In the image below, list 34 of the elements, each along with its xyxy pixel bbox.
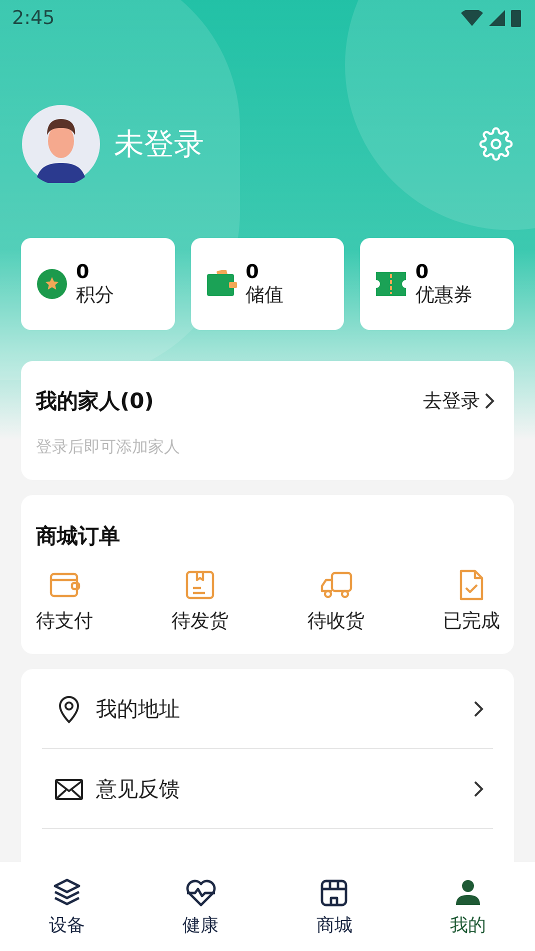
order-status-button[interactable]: 已完成: [442, 568, 500, 634]
family-hint: 登录后即可添加家人: [35, 436, 181, 458]
chevron-right-icon: [473, 700, 485, 718]
menu-row[interactable]: 我的地址: [42, 669, 493, 749]
stat-label: 储值: [246, 283, 284, 307]
wifi-icon: [461, 10, 483, 26]
tab-item[interactable]: 商城: [268, 862, 402, 951]
status-time: 2:45: [12, 7, 55, 29]
stat-label: 优惠券: [415, 283, 472, 307]
stat-value: 0: [76, 261, 90, 283]
stat-value: 0: [415, 261, 430, 283]
tab-item[interactable]: 健康: [134, 862, 268, 951]
login-link[interactable]: 去登录: [423, 388, 496, 414]
tab-item[interactable]: 设备: [0, 862, 134, 951]
stat-label: 积分: [76, 283, 114, 307]
order-status-button[interactable]: 待发货: [172, 568, 229, 634]
wallet-icon: [206, 270, 237, 298]
battery-icon: [511, 9, 521, 27]
order-status-button[interactable]: 待支付: [36, 568, 93, 634]
ticket-icon: [376, 272, 406, 296]
stat-value: 0: [246, 261, 260, 283]
stat-card[interactable]: 0 储值: [190, 238, 344, 330]
family-title: 我的家人(0): [36, 388, 154, 415]
stat-card[interactable]: 0 优惠券: [360, 238, 514, 330]
order-status-button[interactable]: 待收货: [307, 568, 364, 634]
chevron-right-icon: [484, 392, 496, 410]
orders-title: 商城订单: [36, 524, 120, 548]
chevron-right-icon: [473, 780, 485, 798]
signal-icon: [489, 10, 505, 26]
avatar-icon[interactable]: [22, 105, 100, 183]
tab-item[interactable]: 我的: [401, 862, 535, 951]
star-coin-icon: [37, 269, 67, 299]
menu-row[interactable]: 意见反馈: [42, 749, 493, 829]
stat-card[interactable]: 0 积分: [21, 238, 175, 330]
